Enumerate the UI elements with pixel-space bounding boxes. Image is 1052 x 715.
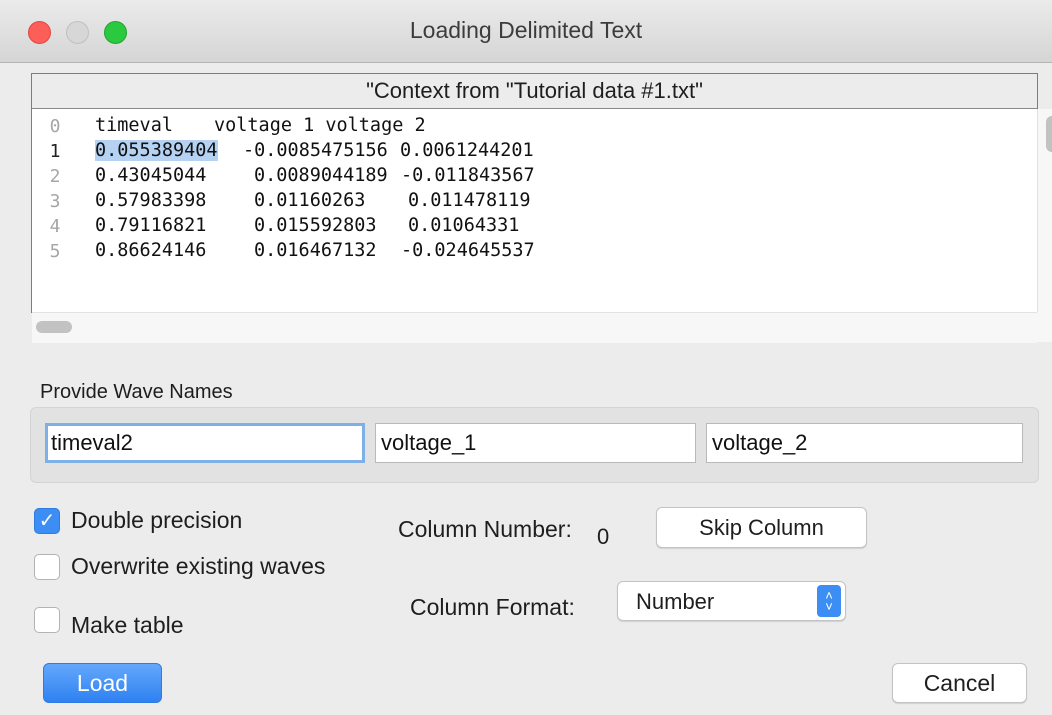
preview-cell: 0.0089044189 bbox=[254, 165, 388, 186]
line-number: 2 bbox=[49, 166, 61, 187]
double-precision-option[interactable]: ✓ Double precision bbox=[34, 507, 242, 534]
scroll-corner bbox=[1037, 312, 1052, 342]
make-table-option[interactable]: Make table bbox=[34, 600, 184, 639]
overwrite-waves-checkbox[interactable] bbox=[34, 553, 60, 580]
preview-cell: 0.01064331 bbox=[408, 215, 520, 236]
selected-preview-cell: 0.055389404 bbox=[95, 140, 218, 161]
make-table-label: Make table bbox=[71, 612, 184, 638]
column-format-select[interactable]: Number ˄ ˅ bbox=[617, 581, 846, 621]
preview-cell: -0.0085475156 bbox=[243, 140, 388, 161]
checkmark-icon: ✓ bbox=[38, 509, 56, 532]
preview-cell: -0.011843567 bbox=[401, 165, 535, 186]
skip-column-button[interactable]: Skip Column bbox=[656, 507, 867, 548]
double-precision-checkbox[interactable]: ✓ bbox=[34, 507, 60, 534]
wave-name-field-3[interactable]: voltage_2 bbox=[706, 423, 1023, 463]
column-number-value: 0 bbox=[597, 524, 610, 549]
wave-name-field-1[interactable]: timeval2 bbox=[45, 423, 365, 463]
preview-cell: 0.79116821 bbox=[95, 215, 207, 236]
line-number: 4 bbox=[49, 216, 61, 237]
make-table-checkbox[interactable] bbox=[34, 606, 60, 633]
title-bar: Loading Delimited Text bbox=[0, 0, 1052, 63]
preview-cell: 0.015592803 bbox=[254, 215, 377, 236]
preview-cell: 0.0061244201 bbox=[400, 140, 534, 161]
chevron-up-down-icon: ˄ ˅ bbox=[817, 585, 841, 617]
load-button[interactable]: Load bbox=[43, 663, 162, 703]
preview-cell: -0.024645537 bbox=[401, 240, 535, 261]
horizontal-scroll-thumb[interactable] bbox=[36, 321, 72, 333]
file-preview-panel: "Context from "Tutorial data #1.txt" 0 1… bbox=[31, 73, 1052, 343]
preview-cell: 0.57983398 bbox=[95, 190, 207, 211]
line-number: 5 bbox=[49, 241, 61, 262]
preview-text-area[interactable] bbox=[82, 109, 1037, 312]
line-number: 0 bbox=[49, 116, 61, 137]
wave-names-label: Provide Wave Names bbox=[40, 381, 233, 403]
wave-name-field-2[interactable]: voltage_1 bbox=[375, 423, 696, 463]
column-number-label: Column Number: bbox=[398, 516, 572, 542]
preview-header: "Context from "Tutorial data #1.txt" bbox=[32, 74, 1037, 109]
line-number: 3 bbox=[49, 191, 61, 212]
preview-cell: 0.011478119 bbox=[408, 190, 531, 211]
vertical-scrollbar[interactable] bbox=[1037, 109, 1052, 312]
preview-cell: 0.43045044 bbox=[95, 165, 207, 186]
preview-cell: 0.01160263 bbox=[254, 190, 366, 211]
double-precision-label: Double precision bbox=[71, 507, 243, 533]
column-format-label: Column Format: bbox=[410, 594, 575, 620]
horizontal-scrollbar[interactable] bbox=[32, 312, 1037, 343]
preview-cell: 0.86624146 bbox=[95, 240, 207, 261]
preview-cell: 0.016467132 bbox=[254, 240, 377, 261]
overwrite-waves-label: Overwrite existing waves bbox=[71, 553, 326, 579]
line-number: 1 bbox=[49, 141, 61, 162]
column-format-value: Number bbox=[636, 589, 715, 614]
cancel-button[interactable]: Cancel bbox=[892, 663, 1027, 703]
preview-cell: voltage 1 voltage 2 bbox=[214, 115, 426, 136]
vertical-scroll-thumb[interactable] bbox=[1046, 116, 1052, 152]
overwrite-waves-option[interactable]: Overwrite existing waves bbox=[34, 553, 325, 580]
window-title: Loading Delimited Text bbox=[409, 17, 643, 43]
preview-cell: timeval bbox=[95, 115, 173, 136]
